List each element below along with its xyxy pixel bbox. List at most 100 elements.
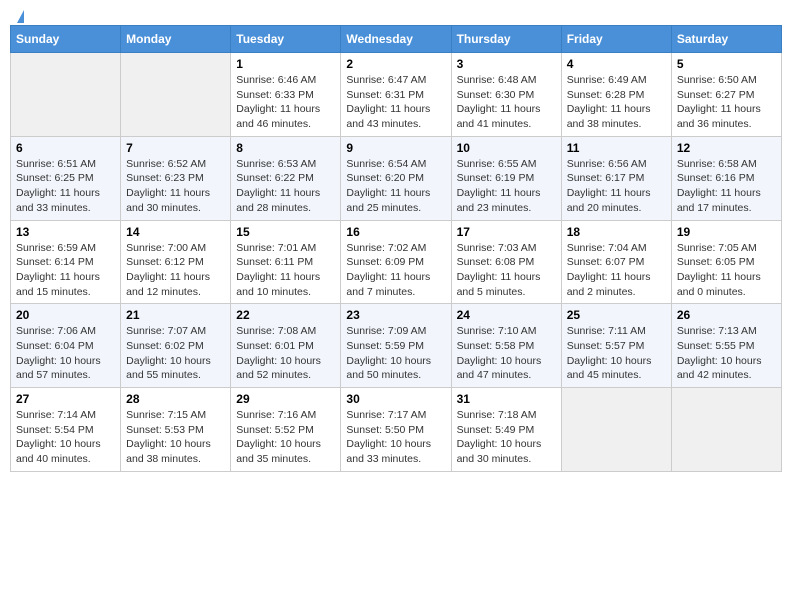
day-detail: Sunrise: 6:47 AMSunset: 6:31 PMDaylight:… <box>346 73 445 132</box>
day-detail: Sunrise: 7:15 AMSunset: 5:53 PMDaylight:… <box>126 408 225 467</box>
calendar-cell: 13 Sunrise: 6:59 AMSunset: 6:14 PMDayligh… <box>11 220 121 304</box>
day-detail: Sunrise: 6:51 AMSunset: 6:25 PMDaylight:… <box>16 157 115 216</box>
calendar-cell: 17Sunrise: 7:03 AMSunset: 6:08 PMDayligh… <box>451 220 561 304</box>
logo-triangle-icon <box>17 10 24 23</box>
calendar-cell: 28Sunrise: 7:15 AMSunset: 5:53 PMDayligh… <box>121 388 231 472</box>
day-number: 25 <box>567 308 666 322</box>
day-number: 30 <box>346 392 445 406</box>
day-number: 12 <box>677 141 776 155</box>
calendar-cell: 3 Sunrise: 6:48 AMSunset: 6:30 PMDaylight… <box>451 53 561 137</box>
day-detail: Sunrise: 7:04 AMSunset: 6:07 PMDaylight:… <box>567 241 666 300</box>
day-detail: Sunrise: 7:06 AMSunset: 6:04 PMDaylight:… <box>16 324 115 383</box>
calendar-cell: 19 Sunrise: 7:05 AMSunset: 6:05 PMDayligh… <box>671 220 781 304</box>
day-detail: Sunrise: 6:58 AMSunset: 6:16 PMDaylight:… <box>677 157 776 216</box>
day-detail: Sunrise: 6:55 AMSunset: 6:19 PMDaylight:… <box>457 157 556 216</box>
day-of-week-header: Tuesday <box>231 26 341 53</box>
day-number: 18 <box>567 225 666 239</box>
day-detail: Sunrise: 7:07 AMSunset: 6:02 PMDaylight:… <box>126 324 225 383</box>
day-number: 20 <box>16 308 115 322</box>
page-header <box>10 10 782 17</box>
calendar-cell: 11 Sunrise: 6:56 AMSunset: 6:17 PMDayligh… <box>561 136 671 220</box>
day-detail: Sunrise: 6:46 AMSunset: 6:33 PMDaylight:… <box>236 73 335 132</box>
day-number: 31 <box>457 392 556 406</box>
day-number: 9 <box>346 141 445 155</box>
calendar-cell: 27 Sunrise: 7:14 AMSunset: 5:54 PMDayligh… <box>11 388 121 472</box>
day-number: 27 <box>16 392 115 406</box>
day-number: 5 <box>677 57 776 71</box>
day-number: 26 <box>677 308 776 322</box>
calendar-cell: 1Sunrise: 6:46 AMSunset: 6:33 PMDaylight… <box>231 53 341 137</box>
day-number: 16 <box>346 225 445 239</box>
day-number: 15 <box>236 225 335 239</box>
calendar-cell: 2 Sunrise: 6:47 AMSunset: 6:31 PMDaylight… <box>341 53 451 137</box>
calendar-cell: 25 Sunrise: 7:11 AMSunset: 5:57 PMDayligh… <box>561 304 671 388</box>
day-detail: Sunrise: 7:11 AMSunset: 5:57 PMDaylight:… <box>567 324 666 383</box>
day-number: 22 <box>236 308 335 322</box>
calendar-cell: 9 Sunrise: 6:54 AMSunset: 6:20 PMDaylight… <box>341 136 451 220</box>
calendar-cell: 15 Sunrise: 7:01 AMSunset: 6:11 PMDayligh… <box>231 220 341 304</box>
day-number: 11 <box>567 141 666 155</box>
day-detail: Sunrise: 7:05 AMSunset: 6:05 PMDaylight:… <box>677 241 776 300</box>
day-number: 3 <box>457 57 556 71</box>
calendar-cell <box>671 388 781 472</box>
day-number: 8 <box>236 141 335 155</box>
day-number: 14 <box>126 225 225 239</box>
calendar-table: SundayMondayTuesdayWednesdayThursdayFrid… <box>10 25 782 472</box>
calendar-cell: 16 Sunrise: 7:02 AMSunset: 6:09 PMDayligh… <box>341 220 451 304</box>
day-detail: Sunrise: 7:18 AMSunset: 5:49 PMDaylight:… <box>457 408 556 467</box>
calendar-cell: 29 Sunrise: 7:16 AMSunset: 5:52 PMDayligh… <box>231 388 341 472</box>
calendar-cell <box>11 53 121 137</box>
calendar-cell: 10 Sunrise: 6:55 AMSunset: 6:19 PMDayligh… <box>451 136 561 220</box>
day-number: 19 <box>677 225 776 239</box>
calendar-cell: 23 Sunrise: 7:09 AMSunset: 5:59 PMDayligh… <box>341 304 451 388</box>
day-number: 23 <box>346 308 445 322</box>
day-detail: Sunrise: 7:17 AMSunset: 5:50 PMDaylight:… <box>346 408 445 467</box>
day-number: 7 <box>126 141 225 155</box>
calendar-cell <box>121 53 231 137</box>
calendar-cell: 12 Sunrise: 6:58 AMSunset: 6:16 PMDayligh… <box>671 136 781 220</box>
day-number: 29 <box>236 392 335 406</box>
calendar-cell: 22 Sunrise: 7:08 AMSunset: 6:01 PMDayligh… <box>231 304 341 388</box>
calendar-cell: 4 Sunrise: 6:49 AMSunset: 6:28 PMDaylight… <box>561 53 671 137</box>
day-detail: Sunrise: 7:02 AMSunset: 6:09 PMDaylight:… <box>346 241 445 300</box>
calendar-cell: 5 Sunrise: 6:50 AMSunset: 6:27 PMDaylight… <box>671 53 781 137</box>
calendar-cell: 24 Sunrise: 7:10 AMSunset: 5:58 PMDayligh… <box>451 304 561 388</box>
logo <box>14 10 24 17</box>
day-number: 2 <box>346 57 445 71</box>
calendar-cell: 20 Sunrise: 7:06 AMSunset: 6:04 PMDayligh… <box>11 304 121 388</box>
day-of-week-header: Monday <box>121 26 231 53</box>
calendar-cell: 14 Sunrise: 7:00 AMSunset: 6:12 PMDayligh… <box>121 220 231 304</box>
day-detail: Sunrise: 6:50 AMSunset: 6:27 PMDaylight:… <box>677 73 776 132</box>
day-detail: Sunrise: 6:56 AMSunset: 6:17 PMDaylight:… <box>567 157 666 216</box>
day-detail: Sunrise: 7:16 AMSunset: 5:52 PMDaylight:… <box>236 408 335 467</box>
calendar-cell <box>561 388 671 472</box>
day-detail: Sunrise: 7:09 AMSunset: 5:59 PMDaylight:… <box>346 324 445 383</box>
day-of-week-header: Saturday <box>671 26 781 53</box>
day-detail: Sunrise: 6:48 AMSunset: 6:30 PMDaylight:… <box>457 73 556 132</box>
day-detail: Sunrise: 6:59 AMSunset: 6:14 PMDaylight:… <box>16 241 115 300</box>
day-detail: Sunrise: 6:53 AMSunset: 6:22 PMDaylight:… <box>236 157 335 216</box>
day-of-week-header: Wednesday <box>341 26 451 53</box>
day-detail: Sunrise: 7:08 AMSunset: 6:01 PMDaylight:… <box>236 324 335 383</box>
day-detail: Sunrise: 6:52 AMSunset: 6:23 PMDaylight:… <box>126 157 225 216</box>
day-number: 13 <box>16 225 115 239</box>
day-detail: Sunrise: 7:14 AMSunset: 5:54 PMDaylight:… <box>16 408 115 467</box>
day-detail: Sunrise: 6:54 AMSunset: 6:20 PMDaylight:… <box>346 157 445 216</box>
day-number: 21 <box>126 308 225 322</box>
day-number: 4 <box>567 57 666 71</box>
calendar-cell: 7 Sunrise: 6:52 AMSunset: 6:23 PMDaylight… <box>121 136 231 220</box>
day-of-week-header: Friday <box>561 26 671 53</box>
day-detail: Sunrise: 7:01 AMSunset: 6:11 PMDaylight:… <box>236 241 335 300</box>
day-detail: Sunrise: 7:13 AMSunset: 5:55 PMDaylight:… <box>677 324 776 383</box>
day-number: 10 <box>457 141 556 155</box>
day-detail: Sunrise: 6:49 AMSunset: 6:28 PMDaylight:… <box>567 73 666 132</box>
calendar-cell: 6Sunrise: 6:51 AMSunset: 6:25 PMDaylight… <box>11 136 121 220</box>
day-of-week-header: Thursday <box>451 26 561 53</box>
day-detail: Sunrise: 7:00 AMSunset: 6:12 PMDaylight:… <box>126 241 225 300</box>
calendar-cell: 21 Sunrise: 7:07 AMSunset: 6:02 PMDayligh… <box>121 304 231 388</box>
day-detail: Sunrise: 7:10 AMSunset: 5:58 PMDaylight:… <box>457 324 556 383</box>
day-detail: Sunrise: 7:03 AMSunset: 6:08 PMDaylight:… <box>457 241 556 300</box>
calendar-cell: 18 Sunrise: 7:04 AMSunset: 6:07 PMDayligh… <box>561 220 671 304</box>
day-number: 24 <box>457 308 556 322</box>
day-of-week-header: Sunday <box>11 26 121 53</box>
